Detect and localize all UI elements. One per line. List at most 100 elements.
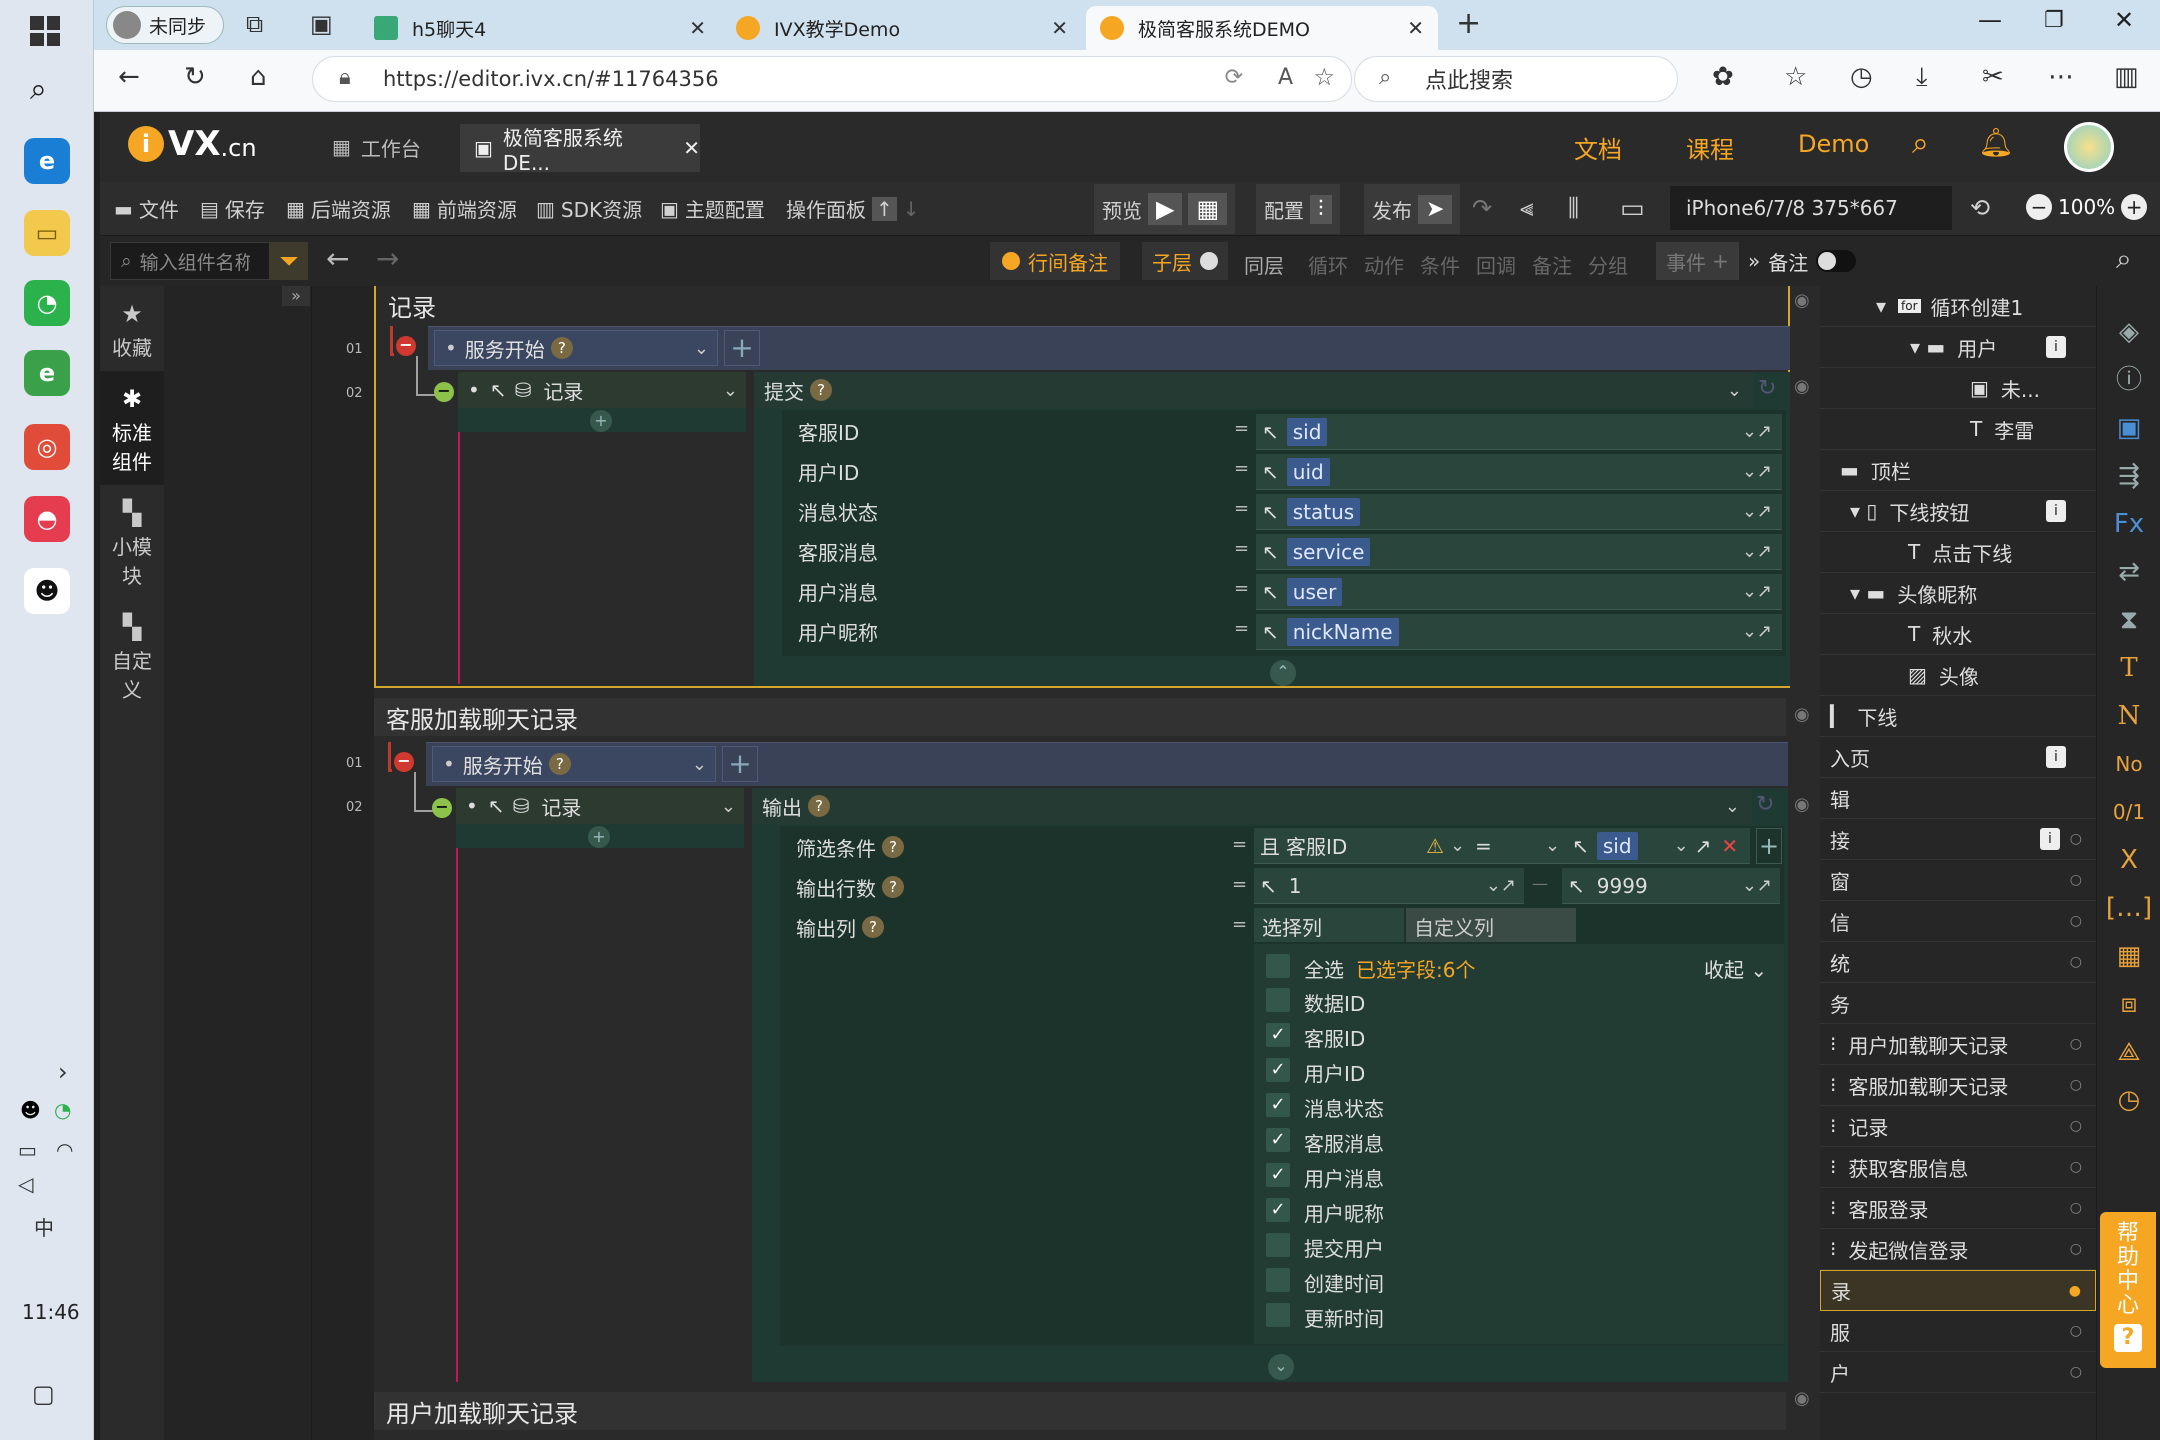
rotate-device-icon[interactable]: ⟲ bbox=[1970, 194, 1990, 222]
arrow-up-icon[interactable]: ↑ bbox=[872, 196, 897, 221]
filter-button[interactable]: ⏷ bbox=[270, 242, 308, 280]
collections-icon[interactable]: ⧉ bbox=[246, 10, 263, 38]
help-icon[interactable]: ? bbox=[810, 379, 832, 401]
component-search-input[interactable]: ⌕ 输入组件名称 bbox=[110, 242, 270, 280]
sdk-resources-button[interactable]: ▥ SDK资源 bbox=[536, 194, 642, 223]
link-demo[interactable]: Demo bbox=[1798, 130, 1869, 158]
close-icon[interactable]: ✕ bbox=[689, 16, 706, 40]
info-icon[interactable]: i bbox=[2046, 336, 2066, 358]
chevron-right-icon[interactable]: › bbox=[58, 1058, 68, 1086]
download-icon[interactable]: ⤓ bbox=[1916, 62, 1928, 93]
delete-icon[interactable]: ✕ bbox=[1721, 834, 1738, 858]
column-checkbox[interactable] bbox=[1266, 988, 1290, 1012]
wechat-tray-icon[interactable]: ◔ bbox=[54, 1098, 71, 1122]
remove-trigger-icon[interactable]: − bbox=[396, 336, 416, 356]
bell-icon[interactable]: 🔔︎ bbox=[1978, 126, 2014, 159]
close-window-icon[interactable]: ✕ bbox=[2114, 6, 2134, 34]
file-explorer-icon[interactable]: ▭ bbox=[24, 210, 70, 256]
ime-indicator[interactable]: 中 bbox=[34, 1212, 54, 1241]
table-icon[interactable]: ▦ bbox=[2097, 932, 2160, 980]
note-button[interactable]: 备注 bbox=[1532, 250, 1572, 279]
sidebar-toggle-icon[interactable]: ▥ bbox=[2114, 62, 2139, 92]
minimize-icon[interactable]: — bbox=[1978, 6, 2002, 34]
new-tab-icon[interactable]: + bbox=[1456, 6, 1481, 41]
tree-node[interactable]: ▎ 下线 bbox=[1820, 696, 2096, 737]
tree-node[interactable]: ▾ ▬ 头像昵称 bbox=[1820, 573, 2096, 614]
timer-icon[interactable]: ◷ bbox=[2097, 1076, 2160, 1124]
tree-node[interactable]: ▾ ▯ 下线按钮 i bbox=[1820, 491, 2096, 532]
tab-workbench[interactable]: ▦ 工作台 bbox=[332, 126, 421, 168]
browser-tab-active[interactable]: 极简客服系统DEMO ✕ bbox=[1086, 6, 1438, 50]
redo-icon[interactable]: ↷ bbox=[1472, 194, 1492, 222]
op-select[interactable]: 提交? ⌄ bbox=[754, 372, 1754, 408]
link-courses[interactable]: 课程 bbox=[1686, 130, 1734, 165]
column-checkbox[interactable]: ✓ bbox=[1266, 1128, 1290, 1152]
variable-x-icon[interactable]: X bbox=[2097, 836, 2160, 884]
close-icon[interactable]: ✕ bbox=[683, 136, 700, 160]
restore-icon[interactable]: ❐ bbox=[2044, 8, 2064, 33]
clock[interactable]: 11:46 bbox=[22, 1300, 80, 1324]
tab-actions-icon[interactable]: ▣ bbox=[310, 10, 333, 38]
device-select[interactable]: iPhone6/7/8 375*667 bbox=[1670, 186, 1952, 230]
tab-select-columns[interactable]: 选择列 bbox=[1254, 908, 1404, 942]
tree-node[interactable]: ▣ 未... bbox=[1820, 368, 2096, 409]
op-select[interactable]: 输出? ⌄ bbox=[752, 788, 1752, 824]
tree-node[interactable]: 入页 i bbox=[1820, 737, 2096, 778]
remove-action-icon[interactable]: − bbox=[432, 798, 452, 818]
help-center-button[interactable]: 帮助中心 ? bbox=[2100, 1212, 2156, 1368]
array-icon[interactable]: […] bbox=[2097, 884, 2160, 932]
home-icon[interactable]: ⌂ bbox=[250, 62, 267, 92]
refresh-icon[interactable]: ↻ bbox=[1758, 376, 1776, 401]
field-value-input[interactable]: ↖ sid ⌄↗ bbox=[1256, 414, 1782, 450]
column-checkbox[interactable]: ✓ bbox=[1266, 1023, 1290, 1047]
swap-icon[interactable]: ⇄ bbox=[2097, 548, 2160, 596]
tree-node[interactable]: T 李雷 bbox=[1820, 409, 2096, 450]
nav-favorites[interactable]: ★ 收藏 bbox=[100, 286, 164, 371]
action-select[interactable]: • ↖ ⛁ 记录 ⌄ bbox=[456, 788, 744, 824]
tree-node[interactable]: ▨ 头像 bbox=[1820, 655, 2096, 696]
favorite-star-icon[interactable]: ☆ bbox=[1313, 63, 1335, 91]
theme-config-button[interactable]: ▣ 主题配置 bbox=[660, 194, 765, 223]
backend-resources-button[interactable]: ▦ 后端资源 bbox=[286, 194, 391, 223]
action-select[interactable]: • ↖ ⛁ 记录 ⌄ bbox=[458, 372, 746, 408]
music-app-icon[interactable]: ◓ bbox=[24, 496, 70, 542]
tree-node[interactable]: 窗 ○ bbox=[1820, 860, 2096, 901]
tree-node[interactable]: ⁝ 用户加载聊天记录 ○ bbox=[1820, 1024, 2096, 1065]
filter-condition[interactable]: 且 客服ID ⚠ ⌄ = ⌄ ↖ sid ⌄ ↗ ✕ bbox=[1254, 828, 1750, 864]
qq-tray-icon[interactable]: ☻ bbox=[20, 1098, 41, 1122]
column-checkbox[interactable] bbox=[1266, 1268, 1290, 1292]
add-filter-button[interactable]: + bbox=[1756, 828, 1782, 864]
history-icon[interactable]: ◷ bbox=[1850, 62, 1873, 92]
loop-button[interactable]: 循环 bbox=[1308, 250, 1348, 279]
field-value-input[interactable]: ↖ uid ⌄↗ bbox=[1256, 454, 1782, 490]
help-icon[interactable]: ? bbox=[882, 836, 904, 858]
browser-tab-ivxdemo[interactable]: IVX教学Demo ✕ bbox=[722, 6, 1082, 50]
tab-project[interactable]: ▣ 极简客服系统DE... ✕ bbox=[460, 124, 700, 175]
function-icon[interactable]: Fx bbox=[2097, 500, 2160, 548]
numero-icon[interactable]: No bbox=[2097, 740, 2160, 788]
rows-to-input[interactable]: ↖ 9999 ⌄↗ bbox=[1562, 868, 1780, 904]
device-icon[interactable]: ▭ bbox=[1620, 194, 1645, 224]
profile-button[interactable]: 未同步 bbox=[106, 6, 224, 44]
read-aloud-icon[interactable]: A bbox=[1278, 65, 1293, 90]
tree-node[interactable]: ⁝ 客服登录 ○ bbox=[1820, 1188, 2096, 1229]
tree-node[interactable]: 辑 bbox=[1820, 778, 2096, 819]
action-button[interactable]: 动作 bbox=[1364, 250, 1404, 279]
tree-node[interactable]: ⁝ 获取客服信息 ○ bbox=[1820, 1147, 2096, 1188]
close-icon[interactable]: ✕ bbox=[1407, 16, 1424, 40]
info-icon[interactable]: ⓘ bbox=[2097, 356, 2160, 404]
chrome-icon[interactable]: ◎ bbox=[24, 424, 70, 470]
marker-icon[interactable]: ◉ bbox=[1794, 290, 1810, 311]
tree-node[interactable]: ⁝ 客服加载聊天记录 ○ bbox=[1820, 1065, 2096, 1106]
qq-icon[interactable]: ☻ bbox=[24, 568, 70, 614]
tab-custom-columns[interactable]: 自定义列 bbox=[1406, 908, 1576, 942]
ivx-logo[interactable]: i VX .cn bbox=[128, 124, 257, 164]
zoom-control[interactable]: − 100% + bbox=[2026, 194, 2148, 220]
tree-node[interactable]: ▾ ▬ 用户 i bbox=[1820, 327, 2096, 368]
tree-node[interactable]: ▾ for 循环创建1 bbox=[1820, 286, 2096, 327]
search-icon[interactable]: ⌕ bbox=[2116, 242, 2132, 276]
select-all-checkbox[interactable] bbox=[1266, 954, 1290, 978]
info-icon[interactable]: i bbox=[2040, 828, 2060, 850]
favorites-icon[interactable]: ☆ bbox=[1784, 62, 1807, 92]
info-icon[interactable]: i bbox=[2046, 746, 2066, 768]
